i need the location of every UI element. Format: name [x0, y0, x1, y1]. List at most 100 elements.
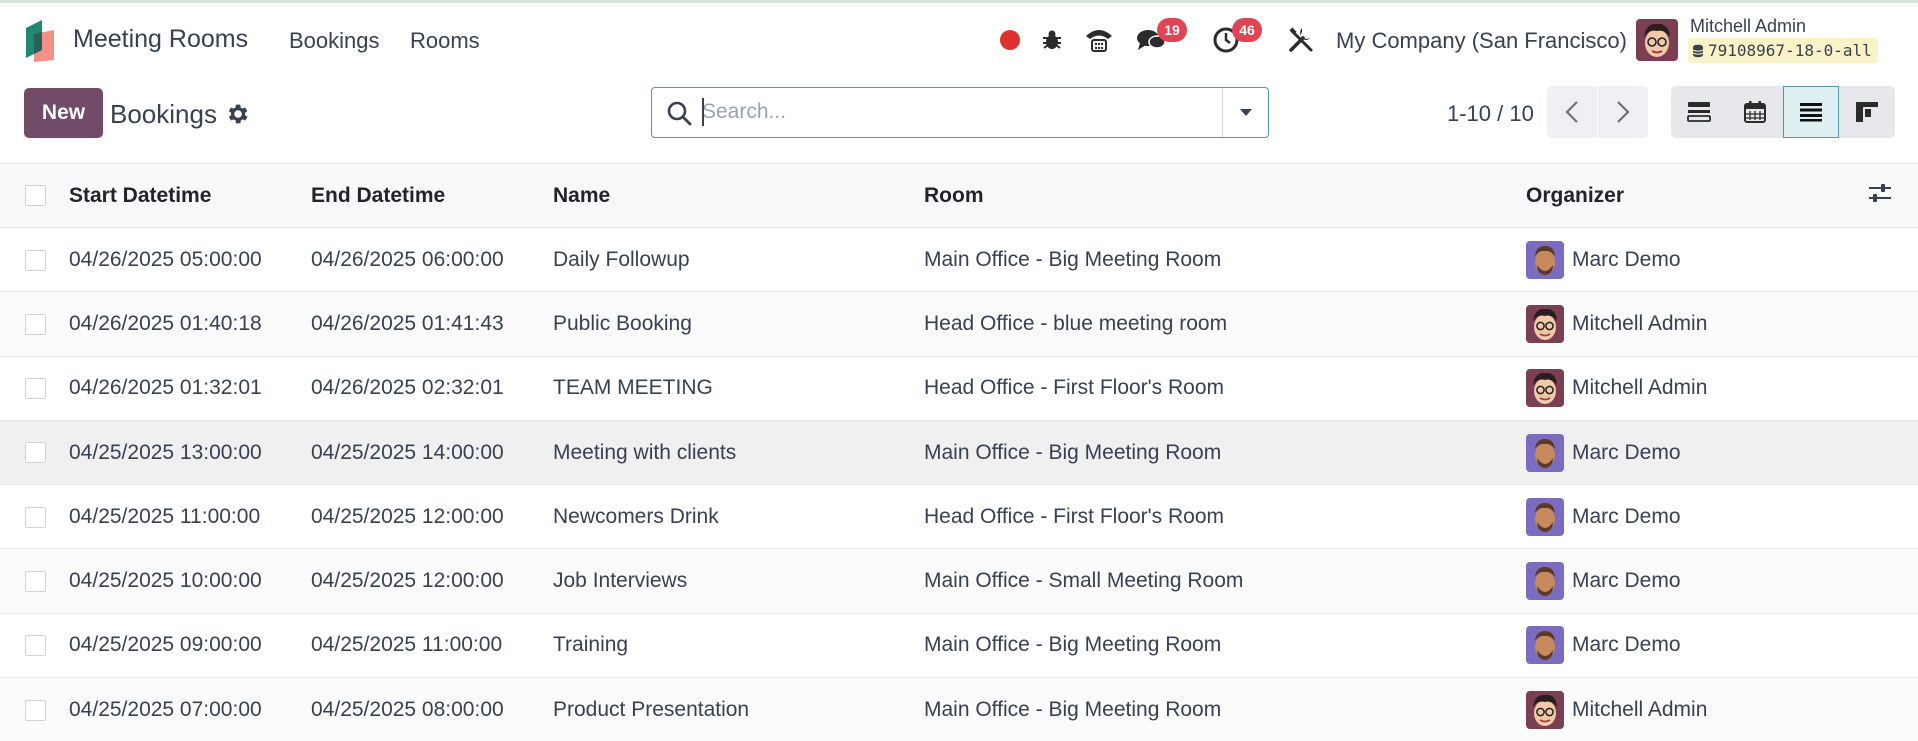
- end-datetime[interactable]: 04/25/2025 14:00:00: [311, 420, 553, 484]
- end-datetime[interactable]: 04/25/2025 12:00:00: [311, 549, 553, 613]
- end-datetime[interactable]: 04/25/2025 12:00:00: [311, 485, 553, 549]
- row-end-cell: [1868, 549, 1918, 613]
- end-datetime[interactable]: 04/26/2025 02:32:01: [311, 356, 553, 420]
- start-datetime[interactable]: 04/25/2025 09:00:00: [69, 613, 311, 677]
- bug-icon[interactable]: [1037, 25, 1067, 55]
- row-select-cell: [0, 228, 69, 292]
- booking-name[interactable]: Product Presentation: [553, 678, 924, 741]
- row-checkbox[interactable]: [25, 635, 46, 657]
- row-checkbox[interactable]: [25, 378, 46, 400]
- start-datetime[interactable]: 04/25/2025 13:00:00: [69, 420, 311, 484]
- tools-icon[interactable]: [1286, 25, 1316, 55]
- row-checkbox[interactable]: [25, 249, 46, 271]
- room-name[interactable]: Main Office - Small Meeting Room: [924, 549, 1526, 613]
- booking-name[interactable]: TEAM MEETING: [553, 356, 924, 420]
- search-options-toggle[interactable]: [1222, 88, 1268, 137]
- meeting-rooms-logo-icon[interactable]: [24, 20, 56, 62]
- organizer-name: Marc Demo: [1572, 633, 1681, 657]
- room-name[interactable]: Main Office - Big Meeting Room: [924, 678, 1526, 741]
- booking-name[interactable]: Job Interviews: [553, 549, 924, 613]
- organizer-cell[interactable]: Marc Demo: [1526, 420, 1868, 484]
- row-select-cell: [0, 420, 69, 484]
- row-checkbox[interactable]: [25, 699, 46, 721]
- column-header-room[interactable]: Room: [924, 164, 1526, 228]
- room-name[interactable]: Main Office - Big Meeting Room: [924, 228, 1526, 292]
- view-activity-button[interactable]: [1671, 86, 1727, 138]
- new-button[interactable]: New: [24, 88, 103, 138]
- organizer-cell[interactable]: Marc Demo: [1526, 228, 1868, 292]
- start-datetime[interactable]: 04/25/2025 07:00:00: [69, 678, 311, 741]
- column-header-end[interactable]: End Datetime: [311, 164, 553, 228]
- table-row[interactable]: 04/26/2025 01:32:01 04/26/2025 02:32:01 …: [0, 356, 1918, 421]
- room-name[interactable]: Main Office - Big Meeting Room: [924, 613, 1526, 677]
- column-header-name[interactable]: Name: [553, 164, 924, 228]
- record-icon[interactable]: [995, 25, 1025, 55]
- table-row[interactable]: 04/25/2025 11:00:00 04/25/2025 12:00:00 …: [0, 484, 1918, 549]
- gantt-icon: [1856, 102, 1878, 122]
- app-name[interactable]: Meeting Rooms: [73, 25, 248, 54]
- column-header-start[interactable]: Start Datetime: [69, 164, 311, 228]
- start-datetime[interactable]: 04/26/2025 01:32:01: [69, 356, 311, 420]
- table-row[interactable]: 04/25/2025 09:00:00 04/25/2025 11:00:00 …: [0, 613, 1918, 678]
- select-all-checkbox[interactable]: [25, 185, 46, 207]
- row-checkbox[interactable]: [25, 506, 46, 528]
- pager-next-button[interactable]: [1598, 86, 1648, 138]
- table-row[interactable]: 04/26/2025 05:00:00 04/26/2025 06:00:00 …: [0, 227, 1918, 292]
- column-header-organizer[interactable]: Organizer: [1526, 164, 1868, 228]
- view-list-button[interactable]: [1783, 86, 1839, 138]
- end-datetime[interactable]: 04/25/2025 08:00:00: [311, 678, 553, 741]
- database-name: 79108967-18-0-all: [1708, 41, 1872, 60]
- organizer-name: Marc Demo: [1572, 504, 1681, 528]
- booking-name[interactable]: Daily Followup: [553, 228, 924, 292]
- start-datetime[interactable]: 04/26/2025 05:00:00: [69, 228, 311, 292]
- room-name[interactable]: Head Office - First Floor's Room: [924, 485, 1526, 549]
- room-name[interactable]: Main Office - Big Meeting Room: [924, 420, 1526, 484]
- table-row[interactable]: 04/26/2025 01:40:18 04/26/2025 01:41:43 …: [0, 291, 1918, 357]
- row-select-cell: [0, 292, 69, 356]
- pager-previous-button[interactable]: [1547, 86, 1597, 138]
- organizer-cell[interactable]: Mitchell Admin: [1526, 678, 1868, 741]
- row-end-cell: [1868, 613, 1918, 677]
- organizer-cell[interactable]: Marc Demo: [1526, 613, 1868, 677]
- phone-icon[interactable]: [1084, 25, 1114, 55]
- row-checkbox[interactable]: [25, 313, 46, 335]
- row-checkbox[interactable]: [25, 442, 46, 464]
- end-datetime[interactable]: 04/25/2025 11:00:00: [311, 613, 553, 677]
- organizer-name: Marc Demo: [1572, 569, 1681, 593]
- user-avatar[interactable]: [1636, 19, 1678, 61]
- room-name[interactable]: Head Office - blue meeting room: [924, 292, 1526, 356]
- menu-rooms[interactable]: Rooms: [410, 28, 480, 54]
- end-datetime[interactable]: 04/26/2025 01:41:43: [311, 292, 553, 356]
- company-switcher[interactable]: My Company (San Francisco): [1336, 28, 1627, 54]
- organizer-cell[interactable]: Mitchell Admin: [1526, 292, 1868, 356]
- row-select-cell: [0, 485, 69, 549]
- pager-value[interactable]: 1-10 / 10: [1447, 101, 1534, 127]
- room-name[interactable]: Head Office - First Floor's Room: [924, 356, 1526, 420]
- organizer-name: Mitchell Admin: [1572, 376, 1708, 400]
- table-row[interactable]: 04/25/2025 10:00:00 04/25/2025 12:00:00 …: [0, 548, 1918, 614]
- start-datetime[interactable]: 04/26/2025 01:40:18: [69, 292, 311, 356]
- user-name[interactable]: Mitchell Admin: [1690, 16, 1806, 37]
- marc-demo-avatar: [1526, 433, 1564, 472]
- view-calendar-button[interactable]: [1727, 86, 1783, 138]
- organizer-cell[interactable]: Marc Demo: [1526, 485, 1868, 549]
- optional-columns-icon[interactable]: [1868, 183, 1892, 203]
- view-gantt-button[interactable]: [1839, 86, 1895, 138]
- booking-name[interactable]: Training: [553, 613, 924, 677]
- booking-name[interactable]: Public Booking: [553, 292, 924, 356]
- row-checkbox[interactable]: [25, 571, 46, 593]
- organizer-cell[interactable]: Marc Demo: [1526, 549, 1868, 613]
- gear-icon[interactable]: [224, 101, 250, 127]
- list-icon: [1800, 103, 1822, 122]
- end-datetime[interactable]: 04/26/2025 06:00:00: [311, 228, 553, 292]
- booking-name[interactable]: Newcomers Drink: [553, 485, 924, 549]
- menu-bookings[interactable]: Bookings: [289, 28, 380, 54]
- booking-name[interactable]: Meeting with clients: [553, 420, 924, 484]
- organizer-cell[interactable]: Mitchell Admin: [1526, 356, 1868, 420]
- start-datetime[interactable]: 04/25/2025 10:00:00: [69, 549, 311, 613]
- database-icon: [1692, 44, 1704, 57]
- search-input[interactable]: [702, 96, 1252, 128]
- table-row[interactable]: 04/25/2025 13:00:00 04/25/2025 14:00:00 …: [0, 420, 1918, 485]
- table-row[interactable]: 04/25/2025 07:00:00 04/25/2025 08:00:00 …: [0, 677, 1918, 741]
- start-datetime[interactable]: 04/25/2025 11:00:00: [69, 485, 311, 549]
